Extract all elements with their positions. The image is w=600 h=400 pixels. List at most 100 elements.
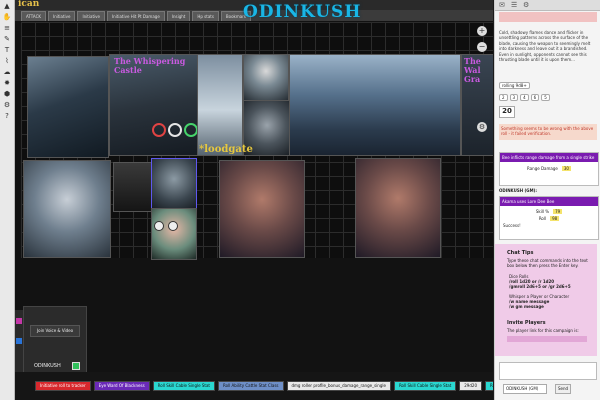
right-edge-title: The Wal Gra [464, 56, 481, 84]
zoom-out-icon[interactable]: − [477, 42, 487, 52]
dice-results: 23465 [499, 94, 597, 101]
right-edge-image[interactable]: The Wal Gra [461, 54, 493, 156]
bottom-macro-button[interactable]: Roll Skill Cable Single Stat [484, 381, 493, 391]
die-result: 2 [499, 94, 508, 101]
damage-card: Bee inflicts range damage from a single … [499, 152, 599, 186]
chat-tips-panel: Chat Tips Type these chat commands into … [495, 244, 597, 356]
rolling-line: rolling 9d8+ [499, 82, 597, 89]
top-macro-button[interactable]: Hp stats [192, 11, 219, 21]
player-name: ODINKUSH [34, 363, 61, 369]
damage-row-label: Range Damage [527, 166, 558, 171]
dice-list: 23465 [499, 94, 552, 101]
top-macro-button[interactable]: Initiative [77, 11, 105, 21]
skill-card: Akama uses Lore Dee Bee Skill % 79 Roll … [499, 196, 599, 240]
tips-item2-line2: /w gm message [509, 304, 544, 309]
skill-label: Skill % [535, 209, 550, 214]
bottom-macro-button[interactable]: dmg roller profile_bonus_damage_range_si… [286, 381, 391, 391]
layer-icon[interactable]: ≡ [2, 24, 12, 33]
werewolf-portrait-token[interactable] [243, 54, 289, 102]
bottom-macro-button[interactable]: 29d20 [459, 381, 482, 391]
send-button[interactable]: Send [555, 384, 571, 394]
map-title: ODINKUSH [243, 2, 362, 22]
speaker-select[interactable]: ODINKUSH (GM) [503, 384, 547, 394]
settings-tab-icon[interactable]: ⚙ [523, 1, 531, 9]
dice-icon[interactable]: ⬢ [2, 90, 12, 99]
token-menu-icon[interactable] [154, 221, 164, 231]
ogre-monster-token-left[interactable] [219, 160, 305, 258]
frozen-battlefield-image[interactable] [289, 54, 461, 156]
bottom-macro-button[interactable]: Eye Ward Of Blackness [93, 381, 150, 391]
bottom-macro-button[interactable]: Roll Skill Cable Single Stat [152, 381, 215, 391]
ogre-monster-token-right[interactable] [355, 158, 441, 258]
tips-title: Chat Tips [507, 250, 534, 256]
video-blue-icon[interactable] [16, 338, 22, 344]
video-side-strip [15, 310, 23, 372]
chat-input-box[interactable] [499, 362, 597, 380]
ice-ground-tile[interactable] [197, 54, 243, 156]
bottom-macro-button[interactable]: Roll Ability Cattle Stat Class [217, 381, 284, 391]
whispering-castle-image[interactable]: The Whispering Castle [109, 54, 198, 156]
invite-title: Invite Players [507, 320, 546, 326]
help-icon[interactable]: ? [2, 112, 12, 121]
damage-card-header: Bee inflicts range damage from a single … [500, 153, 598, 162]
top-macro-button[interactable]: ATTACK [21, 11, 47, 21]
battle-map-grid[interactable]: The Whispering Castle The Wal Gra *loodg… [21, 22, 493, 260]
pan-hand-icon[interactable]: ✋ [2, 13, 12, 22]
chat-header-bar [499, 12, 597, 22]
bottom-macro-bar: Initiative roll to tracker Eye Ward Of Bl… [15, 372, 493, 400]
castle-map-image[interactable] [27, 56, 109, 158]
knight-token-selected[interactable] [151, 158, 197, 210]
die-result: 6 [530, 94, 540, 101]
dark-forest-tile[interactable] [113, 162, 153, 212]
video-pink-icon[interactable] [16, 318, 22, 324]
green-status-ring[interactable] [184, 123, 198, 137]
die-result: 3 [509, 94, 519, 101]
bottom-macro-button[interactable]: Roll Skill Cable Single Stat [393, 381, 457, 391]
chat-sidebar: ✉ ☰ ⚙ Cold, shadowy flames dance and fli… [494, 0, 600, 400]
roll-label: Roll [538, 216, 547, 221]
invite-text: The player link for this campaign is: [507, 328, 579, 333]
damage-row-value: 30 [561, 166, 571, 171]
white-status-ring[interactable] [168, 123, 182, 137]
invite-link-field[interactable] [507, 336, 587, 342]
corner-text: ican [18, 0, 40, 9]
whispering-castle-title: The Whispering Castle [114, 56, 186, 75]
rolling-label: rolling 9d8+ [499, 82, 530, 89]
ruler-icon[interactable]: ⌇ [2, 57, 12, 66]
red-status-ring[interactable] [152, 123, 166, 137]
select-tool-icon[interactable]: ▲ [2, 2, 12, 11]
text-tool-icon[interactable]: T [2, 46, 12, 55]
join-voice-button[interactable]: Join Voice & Video [30, 325, 80, 337]
chat-tab-icon[interactable]: ✉ [499, 1, 507, 9]
zoom-in-icon[interactable]: + [477, 26, 487, 36]
player-color-swatch [72, 362, 80, 370]
tips-intro: Type these chat commands into the text b… [507, 258, 588, 268]
zoom-reset-icon[interactable]: ⚙ [477, 122, 487, 132]
video-chat-panel: Join Voice & Video ODINKUSH [23, 306, 87, 374]
tips-item1-line2: /gmroll 2d6+5 or /gr 2d6+5 [509, 284, 571, 289]
roll-value: 98 [550, 216, 560, 221]
masked-woman-token[interactable] [151, 208, 197, 260]
settings-gear-icon[interactable]: ⚙ [2, 101, 12, 110]
tips-item2: Whisper a Player or Character /w name me… [509, 294, 593, 309]
item-description: Cold, shadowy flames dance and flicker i… [499, 30, 591, 63]
die-result: 5 [541, 94, 550, 101]
left-toolbar: ▲ ✋ ≡ ✎ T ⌇ ☁ ✸ ⬢ ⚙ ? [0, 0, 15, 400]
top-macro-button[interactable]: Initiative Hit Pt Damage [106, 11, 165, 21]
lighting-icon[interactable]: ✸ [2, 79, 12, 88]
roll-total: 20 [499, 106, 515, 118]
tabletop-stage: ATTACK Initiative Initiative Initiative Hit… [15, 0, 493, 400]
draw-pencil-icon[interactable]: ✎ [2, 35, 12, 44]
die-result: 4 [520, 94, 529, 101]
top-macro-button[interactable]: Insight [166, 11, 191, 21]
journal-tab-icon[interactable]: ☰ [511, 1, 519, 9]
speaker-line: ODINKUSH (GM): [499, 188, 537, 193]
bottom-macro-button[interactable]: Initiative roll to tracker [35, 381, 91, 391]
top-macro-button[interactable]: Initiative [48, 11, 76, 21]
token-settings-icon[interactable] [168, 221, 178, 231]
bloodgate-title: *loodgate [199, 144, 253, 155]
result-label: Success! [503, 223, 521, 228]
skill-card-header: Akama uses Lore Dee Bee [500, 197, 598, 206]
fog-icon[interactable]: ☁ [2, 68, 12, 77]
airship-image[interactable] [23, 160, 111, 258]
